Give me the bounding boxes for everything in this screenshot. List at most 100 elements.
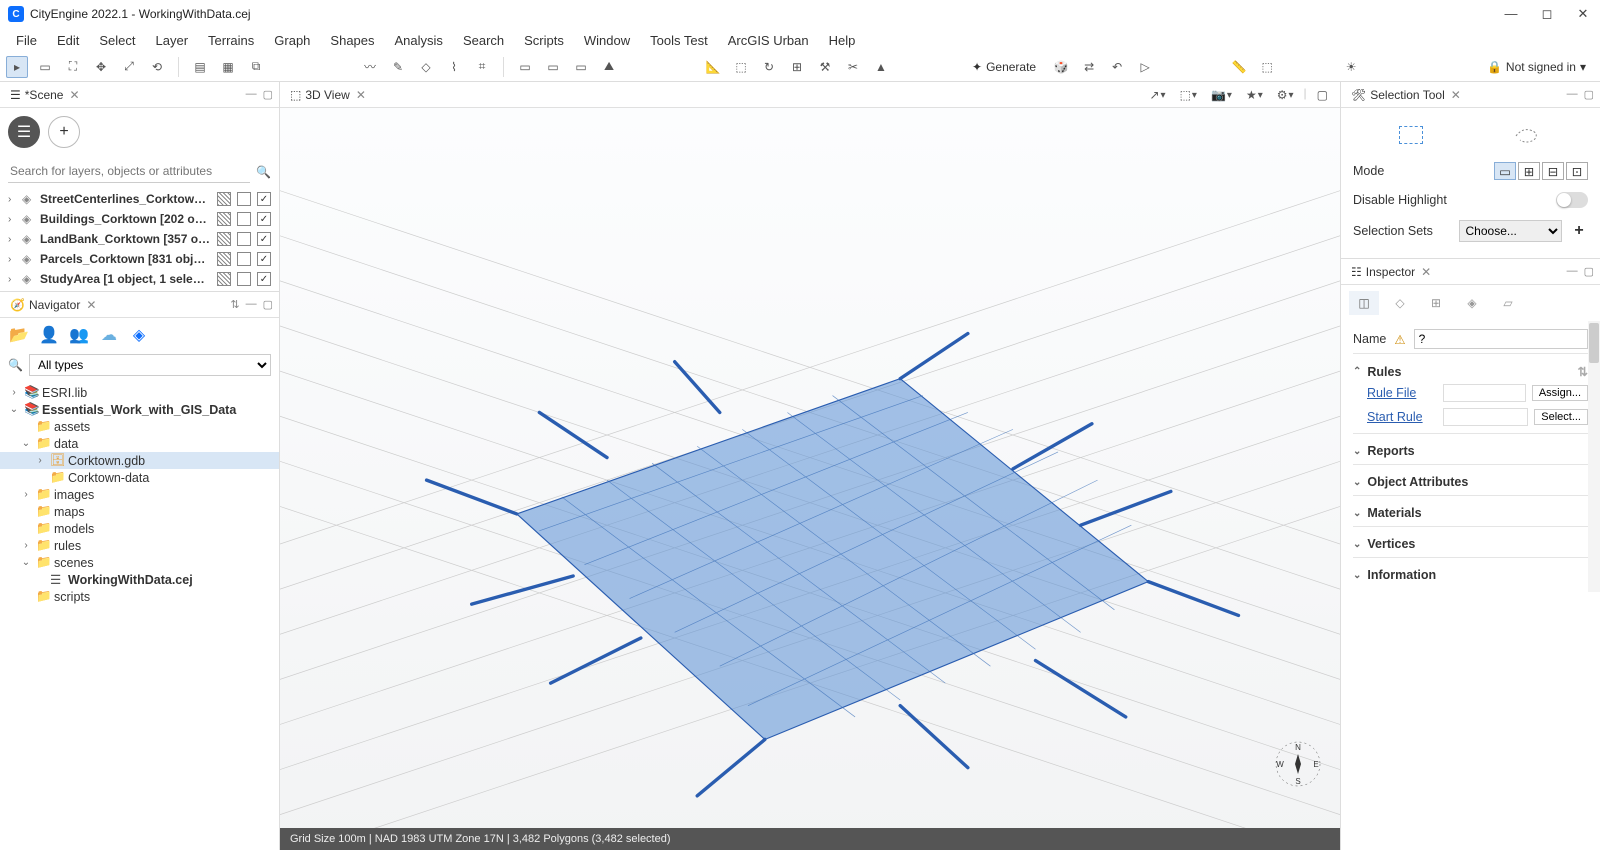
inspector-block-tab[interactable]: ◇: [1385, 291, 1415, 315]
move-tool-button[interactable]: ✥: [90, 56, 112, 78]
tree-node[interactable]: ⌄ 📚 Essentials_Work_with_GIS_Data: [0, 401, 279, 418]
viewport-tab[interactable]: ⬚ 3D View ✕: [286, 86, 370, 104]
freehand-tool-button[interactable]: ✎: [387, 56, 409, 78]
select-button[interactable]: Select...: [1534, 409, 1588, 425]
street-tool-button[interactable]: 〰: [359, 56, 381, 78]
frame-tool-button[interactable]: ⛶: [62, 56, 84, 78]
user-button[interactable]: 👤: [38, 324, 60, 346]
select-tool-button[interactable]: ▸: [6, 56, 28, 78]
tree-node[interactable]: ⌄ 📁 data: [0, 435, 279, 452]
polygon-tool-button[interactable]: ◇: [415, 56, 437, 78]
tree-node[interactable]: 📁 models: [0, 520, 279, 537]
snap-button[interactable]: ⊞: [786, 56, 808, 78]
close-button[interactable]: ✕: [1574, 6, 1592, 22]
selection-sets-select[interactable]: Choose...: [1459, 220, 1563, 242]
maximize-panel-button[interactable]: ▢: [263, 88, 273, 101]
play-button[interactable]: ▷: [1134, 56, 1156, 78]
group-button[interactable]: 👥: [68, 324, 90, 346]
menu-select[interactable]: Select: [89, 30, 145, 51]
tree-node[interactable]: › 📁 rules: [0, 537, 279, 554]
layer-visible-checkbox[interactable]: [257, 272, 271, 286]
inspector-section-header[interactable]: ⌄ Reports: [1353, 442, 1588, 460]
link-icon[interactable]: ⇅: [1578, 364, 1588, 379]
rule-file-link[interactable]: Rule File: [1367, 386, 1437, 400]
layer-visible-checkbox[interactable]: [257, 192, 271, 206]
tree-node[interactable]: › 📁 images: [0, 486, 279, 503]
menu-tools-test[interactable]: Tools Test: [640, 30, 718, 51]
measure-button[interactable]: 📐: [702, 56, 724, 78]
maximize-panel-button[interactable]: ▢: [263, 298, 273, 311]
minimize-panel-button[interactable]: —: [246, 88, 257, 101]
close-icon[interactable]: ✕: [69, 88, 79, 102]
layer-row[interactable]: › ◈ LandBank_Corktown [357 object: [0, 229, 279, 249]
sun-button[interactable]: ☀: [1340, 56, 1362, 78]
layers-button[interactable]: ▤: [189, 56, 211, 78]
layer-row[interactable]: › ◈ StreetCenterlines_Corktown [78:: [0, 189, 279, 209]
layer-visible-checkbox[interactable]: [257, 232, 271, 246]
menu-arcgis-urban[interactable]: ArcGIS Urban: [718, 30, 819, 51]
tree-node[interactable]: 📁 scripts: [0, 588, 279, 605]
minimize-panel-button[interactable]: —: [246, 298, 257, 311]
inspector-segment-tab[interactable]: ⊞: [1421, 291, 1451, 315]
inspector-scrollbar[interactable]: [1588, 321, 1600, 592]
inspector-section-header[interactable]: ⌄ Vertices: [1353, 535, 1588, 553]
navigator-tab[interactable]: 🧭 Navigator ✕: [6, 296, 100, 314]
inspector-tab[interactable]: ☷ Inspector ✕: [1347, 263, 1435, 281]
layer-lock-checkbox[interactable]: [237, 272, 251, 286]
mode-add-button[interactable]: ⊞: [1518, 162, 1540, 180]
menu-shapes[interactable]: Shapes: [320, 30, 384, 51]
layer-color-swatch[interactable]: [217, 232, 231, 246]
menu-graph[interactable]: Graph: [264, 30, 320, 51]
rule-file-field[interactable]: [1443, 384, 1526, 402]
disable-highlight-toggle[interactable]: [1556, 192, 1588, 208]
minimize-panel-button[interactable]: —: [1567, 265, 1578, 278]
terrain-button[interactable]: ⛰: [598, 56, 620, 78]
attributes-button[interactable]: ▦: [217, 56, 239, 78]
layer-lock-checkbox[interactable]: [237, 192, 251, 206]
maximize-panel-button[interactable]: ▢: [1584, 88, 1594, 101]
start-rule-field[interactable]: [1443, 408, 1528, 426]
scale-tool-button[interactable]: ⤢: [118, 56, 140, 78]
rotate2-button[interactable]: ↻: [758, 56, 780, 78]
layer-color-swatch[interactable]: [217, 252, 231, 266]
copy-button[interactable]: ⧉: [245, 56, 267, 78]
close-icon[interactable]: ✕: [356, 88, 366, 102]
menu-search[interactable]: Search: [453, 30, 514, 51]
search-icon[interactable]: 🔍: [256, 165, 271, 179]
inspector-node-tab[interactable]: ◈: [1457, 291, 1487, 315]
inspector-section-header[interactable]: ⌄ Information: [1353, 566, 1588, 584]
layer-visible-checkbox[interactable]: [257, 252, 271, 266]
align-button[interactable]: ▭: [514, 56, 536, 78]
layer-row[interactable]: › ◈ StudyArea [1 object, 1 selected]: [0, 269, 279, 289]
layer-row[interactable]: › ◈ Parcels_Corktown [831 objects, 8: [0, 249, 279, 269]
rect-select-button[interactable]: ▭: [34, 56, 56, 78]
tool-a-button[interactable]: ⚒: [814, 56, 836, 78]
selection-tool-tab[interactable]: 🛠 Selection Tool ✕: [1347, 86, 1465, 104]
tree-node[interactable]: 📁 maps: [0, 503, 279, 520]
tool-c-button[interactable]: ▲: [870, 56, 892, 78]
menu-file[interactable]: File: [6, 30, 47, 51]
layer-lock-checkbox[interactable]: [237, 252, 251, 266]
align3-button[interactable]: ▭: [570, 56, 592, 78]
layer-visible-checkbox[interactable]: [257, 212, 271, 226]
type-filter-select[interactable]: All types: [29, 354, 271, 376]
align2-button[interactable]: ▭: [542, 56, 564, 78]
menu-window[interactable]: Window: [574, 30, 640, 51]
search-icon[interactable]: 🔍: [8, 358, 23, 372]
menu-edit[interactable]: Edit: [47, 30, 89, 51]
mode-intersect-button[interactable]: ⊡: [1566, 162, 1588, 180]
menu-analysis[interactable]: Analysis: [385, 30, 453, 51]
3d-viewport[interactable]: N S W E: [280, 108, 1340, 828]
name-input[interactable]: [1414, 329, 1588, 349]
inspector-section-header[interactable]: ⌄ Object Attributes: [1353, 473, 1588, 491]
mode-subtract-button[interactable]: ⊟: [1542, 162, 1564, 180]
maximize-button[interactable]: ◻: [1538, 6, 1556, 22]
layer-visibility-button[interactable]: ☰: [8, 116, 40, 148]
ruler-button[interactable]: 📏: [1228, 56, 1250, 78]
tree-node[interactable]: › 🗄 Corktown.gdb: [0, 452, 279, 469]
shuffle-button[interactable]: ⇄: [1078, 56, 1100, 78]
maximize-panel-button[interactable]: ▢: [1584, 265, 1594, 278]
close-icon[interactable]: ✕: [86, 298, 96, 312]
tree-node[interactable]: 📁 assets: [0, 418, 279, 435]
scene-search-input[interactable]: [8, 160, 250, 183]
